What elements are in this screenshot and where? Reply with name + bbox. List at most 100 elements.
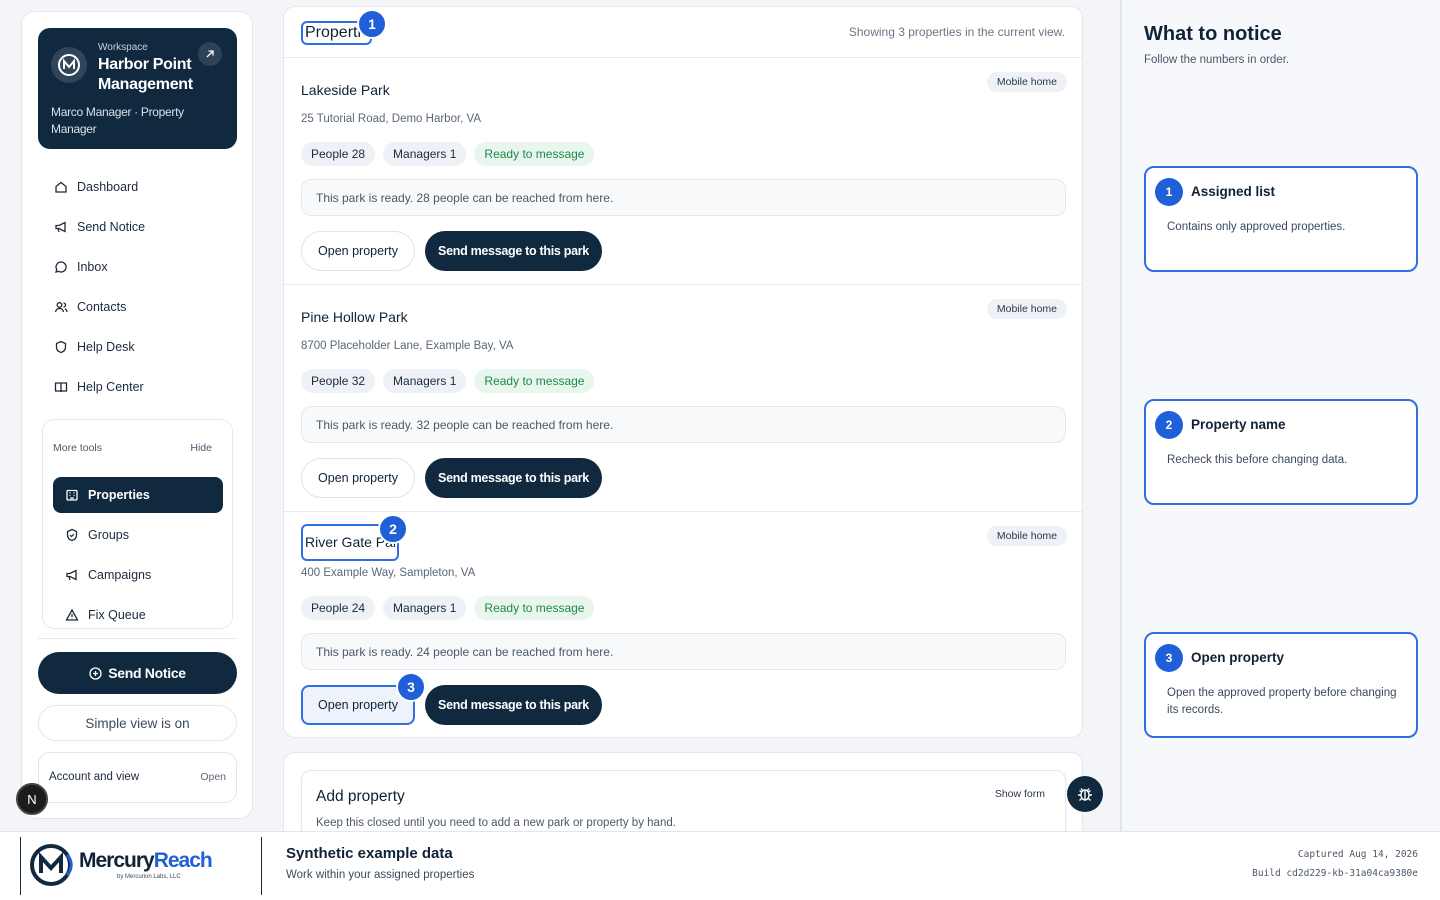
managers-chip: Managers 1 [383,142,467,166]
status-chip: Ready to message [474,369,595,393]
open-property-button[interactable]: Open property [301,458,415,498]
people-chip: People 24 [301,596,376,620]
property-address: 400 Example Way, Sampleton, VA [301,567,476,579]
property-card-lakeside: Lakeside Park Mobile home 25 Tutorial Ro… [284,58,1082,284]
chat-icon [54,260,68,274]
step-card-1: 1 Assigned list Contains only approved p… [1144,166,1418,272]
properties-card: Properties Showing 3 properties in the c… [283,6,1083,738]
step-number: 1 [1155,178,1183,206]
workspace-label: Workspace [98,42,148,53]
megaphone-icon [65,568,79,582]
property-chips: People 24 Managers 1 Ready to message [301,596,595,620]
people-chip: People 32 [301,369,376,393]
property-note: This park is ready. 24 people can be rea… [301,633,1066,670]
build-id: Build cd2d229-kb-31a04ca9380e [1252,868,1418,879]
warning-icon [65,608,79,622]
nav-label: Send Notice [77,220,146,234]
tool-label: Properties [88,488,150,502]
property-note: This park is ready. 28 people can be rea… [301,179,1066,216]
nav-label: Dashboard [77,180,139,194]
panel-subtitle: Follow the numbers in order. [1144,54,1290,66]
managers-chip: Managers 1 [383,369,467,393]
step-card-3: 3 Open property Open the approved proper… [1144,632,1418,738]
bug-report-button[interactable] [1067,776,1103,812]
brand-byline: by Mercurion Labs, LLC [117,874,181,880]
panel-title: What to notice [1144,23,1282,45]
more-tools-heading: More tools [53,442,103,454]
properties-count: Showing 3 properties in the current view… [848,25,1065,39]
mercury-reach-logo-icon [29,842,75,893]
show-form-button[interactable]: Show form [984,783,1055,805]
send-message-button[interactable]: Send message to this park [425,231,602,271]
property-address: 8700 Placeholder Lane, Example Bay, VA [301,340,514,352]
add-property-panel: Add property Show form Keep this closed … [301,770,1066,831]
step-description: Contains only approved properties. [1167,221,1346,233]
shield-icon [54,340,68,354]
property-chips: People 32 Managers 1 Ready to message [301,369,595,393]
nav-label: Help Desk [77,340,135,354]
add-property-title: Add property [316,788,405,805]
shield-icon [65,528,79,542]
nav-help-center[interactable]: Help Center [54,377,144,397]
account-and-view[interactable]: Account and view Open [38,752,237,803]
home-icon [54,180,68,194]
send-message-button[interactable]: Send message to this park [425,458,602,498]
nav-send-notice[interactable]: Send Notice [54,217,145,237]
step-title: Open property [1191,650,1285,665]
people-chip: People 28 [301,142,376,166]
nav-label: Inbox [77,260,108,274]
add-property-description: Keep this closed until you need to add a… [316,817,676,829]
app-area: Workspace Harbor Point Management Marco … [0,0,1120,831]
step-number: 2 [1155,411,1183,439]
step-description: Open the approved property before changi… [1167,687,1397,716]
users-icon [54,300,68,314]
simple-view-toggle[interactable]: Simple view is on [38,705,237,741]
step-description: Recheck this before changing data. [1167,454,1348,466]
bug-icon [1076,785,1094,803]
nav-dashboard[interactable]: Dashboard [54,177,138,197]
divider [38,638,237,639]
captured-date: Captured Aug 14, 2026 [1297,849,1418,860]
hide-tools-button[interactable]: Hide [190,442,212,454]
nav-label: Help Center [77,380,144,394]
brand-logo: MercuryReach by Mercurion Labs, LLC [20,837,262,895]
property-type-badge: Mobile home [986,526,1067,546]
nav-label: Contacts [77,300,127,314]
nav-contacts[interactable]: Contacts [54,297,126,317]
external-link-icon[interactable] [198,42,222,66]
nav-help-desk[interactable]: Help Desk [54,337,135,357]
tool-properties[interactable]: Properties [53,477,223,513]
nav-inbox[interactable]: Inbox [54,257,108,277]
tool-label: Fix Queue [88,608,146,622]
open-property-button[interactable]: Open property [301,231,415,271]
property-note: This park is ready. 32 people can be rea… [301,406,1066,443]
property-chips: People 28 Managers 1 Ready to message [301,142,595,166]
n-badge[interactable]: N [16,783,48,815]
send-message-button[interactable]: Send message to this park [425,685,602,725]
step-title: Property name [1191,417,1286,432]
brand-name-a: Mercury [79,849,155,872]
property-type-badge: Mobile home [986,299,1067,319]
step-marker-2: 2 [378,514,408,544]
notice-panel: What to notice Follow the numbers in ord… [1120,0,1440,831]
account-label: Account and view [49,771,140,783]
tool-groups[interactable]: Groups [53,517,223,553]
send-notice-label: Send Notice [108,665,186,681]
step-marker-3: 3 [396,672,426,702]
tool-fix-queue[interactable]: Fix Queue [53,597,223,628]
managers-chip: Managers 1 [383,596,467,620]
tool-campaigns[interactable]: Campaigns [53,557,223,593]
status-chip: Ready to message [474,596,595,620]
more-tools-panel: More tools Hide Properties Groups Campai… [42,419,233,629]
step-marker-1: 1 [357,9,387,39]
workspace-card[interactable]: Workspace Harbor Point Management Marco … [38,28,237,149]
step-number: 3 [1155,644,1183,672]
send-notice-button[interactable]: Send Notice [38,652,237,694]
megaphone-icon [54,220,68,234]
book-icon [54,380,68,394]
account-open-link[interactable]: Open [200,771,226,783]
workspace-logo-icon [51,47,87,83]
footer-title: Synthetic example data [286,845,453,862]
brand-name: MercuryReach [79,849,213,873]
step-card-2: 2 Property name Recheck this before chan… [1144,399,1418,505]
